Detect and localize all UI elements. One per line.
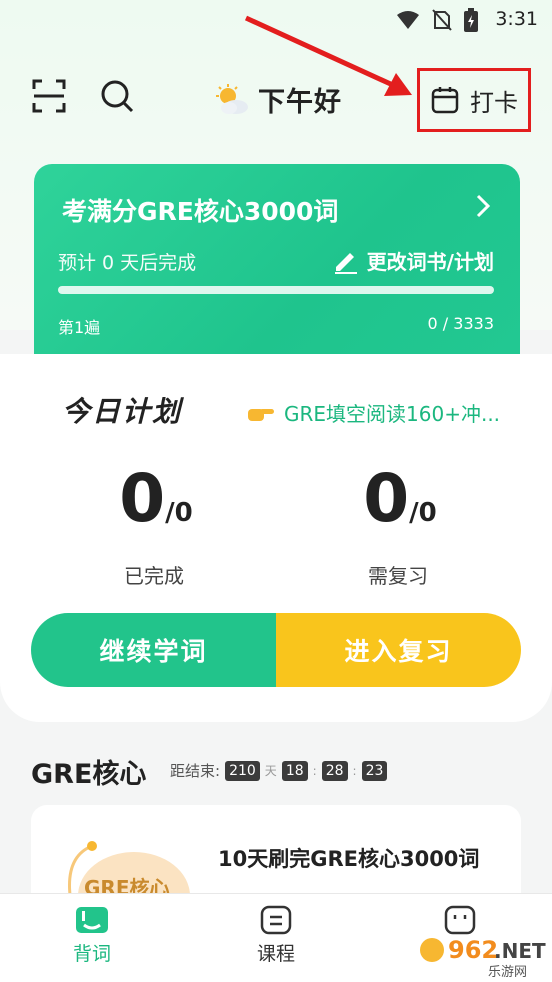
book-estimate: 预计 0 天后完成 (58, 252, 197, 274)
completed-stat: 0/0 (56, 460, 256, 537)
battery-icon (464, 8, 478, 32)
plan-tip-text: GRE填空阅读160+冲... (284, 402, 501, 426)
nav-label-words: 背词 (72, 943, 111, 965)
countdown-days-unit: 天 (264, 764, 277, 778)
checkin-button[interactable]: 打卡 (417, 68, 531, 132)
book-title: 考满分GRE核心3000词 (62, 197, 339, 226)
chevron-right-icon[interactable] (476, 194, 491, 225)
edit-plan-button[interactable]: 更改词书/计划 (333, 246, 494, 275)
plan-tip-link[interactable]: GRE填空阅读160+冲... (246, 398, 500, 427)
svg-text:.NET: .NET (494, 939, 546, 963)
countdown: 距结束: 210 天 18 : 28 : 23 (170, 760, 388, 781)
pencil-icon (334, 252, 357, 274)
completed-label: 已完成 (124, 564, 184, 588)
countdown-separator: : (312, 763, 317, 778)
book-count: 0 / 3333 (427, 314, 494, 333)
no-signal-icon (432, 9, 452, 31)
countdown-minutes: 28 (321, 760, 348, 781)
words-icon (76, 907, 108, 933)
checkin-label: 打卡 (470, 88, 518, 117)
plan-title: 今日计划 (62, 395, 183, 428)
nav-item-course[interactable]: 课程 (226, 905, 326, 966)
watermark-logo: 962 .NET 乐游网 (420, 936, 546, 978)
svg-text:962: 962 (448, 936, 498, 964)
review-value: 0 (363, 460, 410, 537)
greeting: 下午好 (214, 80, 342, 119)
countdown-days: 210 (225, 760, 260, 781)
course-icon (260, 905, 292, 935)
svg-text:乐游网: 乐游网 (488, 965, 527, 978)
edit-plan-label: 更改词书/计划 (366, 250, 494, 274)
continue-learning-button[interactable]: 继续学词 (31, 613, 276, 687)
status-bar: 3:31 (0, 0, 552, 38)
scan-icon[interactable] (31, 78, 67, 114)
section-title: GRE核心 (31, 759, 147, 790)
search-icon[interactable] (99, 78, 135, 114)
review-stat: 0/0 (300, 460, 500, 537)
completed-value: 0 (119, 460, 166, 537)
course-name: 10天刷完GRE核心3000词 (218, 847, 480, 871)
greeting-text: 下午好 (258, 87, 342, 118)
countdown-label: 距结束: (170, 762, 221, 780)
review-total: /0 (409, 498, 437, 528)
countdown-hours: 18 (281, 760, 308, 781)
nav-item-words[interactable]: 背词 (42, 905, 142, 966)
wifi-icon (397, 11, 419, 29)
status-icons (396, 8, 478, 32)
sun-cloud-icon (216, 83, 248, 114)
calendar-icon (431, 87, 459, 114)
review-label: 需复习 (368, 564, 428, 588)
nav-label-course: 课程 (256, 943, 295, 965)
start-review-button[interactable]: 进入复习 (276, 613, 521, 687)
pointing-hand-icon (248, 408, 274, 421)
countdown-seconds: 23 (361, 760, 388, 781)
countdown-separator: : (352, 763, 357, 778)
book-pass: 第1遍 (58, 318, 101, 337)
progress-track (58, 286, 494, 294)
book-card[interactable]: 考满分GRE核心3000词 预计 0 天后完成 更改词书/计划 第1遍 0 / … (34, 164, 520, 355)
completed-total: /0 (165, 498, 193, 528)
status-time: 3:31 (495, 8, 538, 30)
